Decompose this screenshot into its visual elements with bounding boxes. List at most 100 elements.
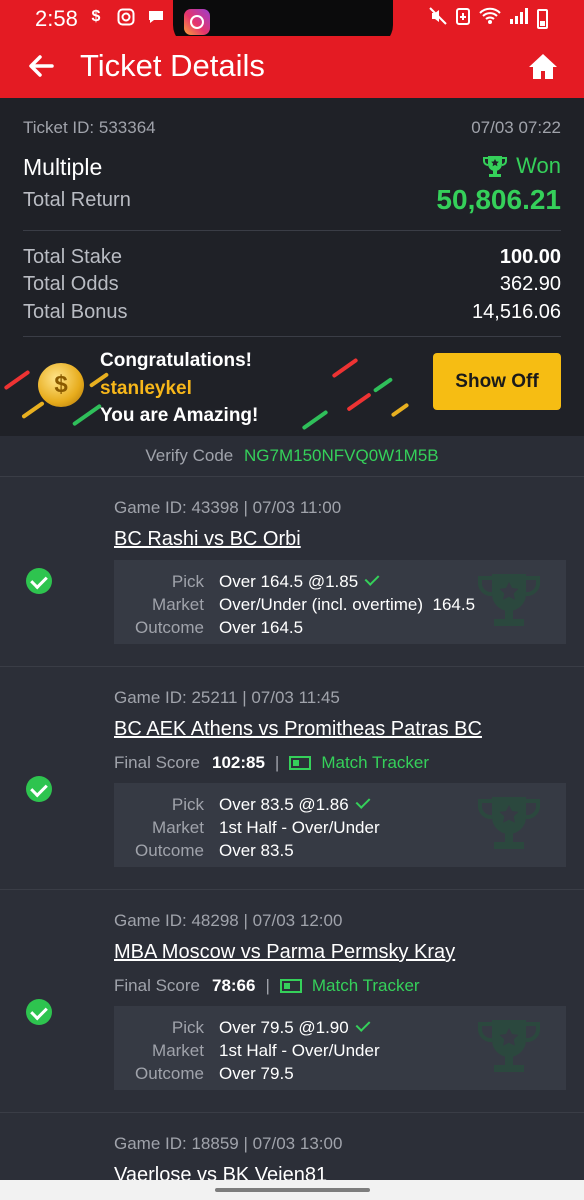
pick-box: Pick Market Outcome Over 164.5 @1.85 Ove… bbox=[114, 560, 566, 644]
total-return-label: Total Return bbox=[23, 189, 131, 211]
check-icon bbox=[364, 571, 380, 586]
game-card: Game ID: 48298 | 07/03 12:00 MBA Moscow … bbox=[0, 889, 584, 1112]
page-title: Ticket Details bbox=[80, 48, 265, 83]
status-bar: 2:58 $ bbox=[0, 0, 584, 47]
trophy-watermark-icon bbox=[478, 797, 540, 849]
match-tracker-icon bbox=[289, 756, 312, 770]
outcome-value: Over 83.5 bbox=[219, 841, 294, 860]
match-tracker-link[interactable]: Match Tracker bbox=[312, 976, 420, 996]
market-label: Market bbox=[152, 1041, 204, 1060]
market-value: 1st Half - Over/Under bbox=[219, 1041, 380, 1060]
status-system-icons bbox=[429, 7, 548, 30]
total-stake-label: Total Stake bbox=[23, 246, 122, 268]
divider bbox=[23, 336, 561, 337]
match-tracker-link[interactable]: Match Tracker bbox=[321, 753, 429, 773]
status-badge: Won bbox=[482, 153, 561, 179]
outcome-value: Over 79.5 bbox=[219, 1064, 294, 1083]
system-nav-bar bbox=[0, 1180, 584, 1200]
confetti-streak bbox=[346, 392, 372, 412]
game-card: Game ID: 25211 | 07/03 11:45 BC AEK Athe… bbox=[0, 666, 584, 889]
pick-label: Pick bbox=[171, 1018, 204, 1037]
status-time: 2:58 bbox=[35, 6, 78, 31]
check-icon bbox=[355, 1017, 371, 1032]
pick-label: Pick bbox=[171, 572, 204, 591]
show-off-button[interactable]: Show Off bbox=[433, 353, 561, 410]
final-score-row: Final Score 78:66 | Match Tracker bbox=[114, 976, 420, 996]
status-text: Won bbox=[516, 153, 561, 178]
outcome-label: Outcome bbox=[135, 1064, 204, 1083]
ticket-id: Ticket ID: 533364 bbox=[23, 118, 156, 137]
total-bonus-value: 14,516.06 bbox=[472, 301, 561, 323]
outcome-label: Outcome bbox=[135, 618, 204, 637]
market-value: Over/Under (incl. overtime) 164.5 bbox=[219, 595, 476, 614]
ticket-date: 07/03 07:22 bbox=[471, 118, 561, 137]
pick-labels: Pick Market Outcome bbox=[135, 793, 204, 862]
total-return-value: 50,806.21 bbox=[436, 184, 561, 215]
total-stake-value: 100.00 bbox=[499, 246, 561, 268]
app-header: Ticket Details bbox=[0, 36, 584, 98]
signal-icon bbox=[509, 7, 529, 30]
home-button[interactable] bbox=[526, 50, 560, 84]
confetti-streak bbox=[390, 402, 410, 418]
back-button[interactable] bbox=[24, 49, 58, 83]
pick-box: Pick Market Outcome Over 79.5 @1.90 1st … bbox=[114, 1006, 566, 1090]
trophy-watermark-icon bbox=[478, 574, 540, 626]
final-score-value: 78:66 bbox=[211, 976, 256, 995]
game-card: Game ID: 43398 | 07/03 11:00 BC Rashi vs… bbox=[0, 476, 584, 666]
confetti-streak bbox=[71, 403, 103, 427]
pick-value: Over 79.5 @1.90 bbox=[219, 1018, 349, 1037]
battery-icon bbox=[537, 8, 548, 29]
trophy-watermark-icon bbox=[478, 1020, 540, 1072]
arrow-left-icon bbox=[29, 55, 54, 77]
congrats-username: stanleykel bbox=[100, 378, 192, 399]
confetti-streak bbox=[21, 400, 45, 420]
congrats-title: Congratulations! bbox=[100, 350, 252, 371]
separator: | bbox=[265, 976, 270, 995]
verify-code-row: Verify Code NG7M150NFVQ0W1M5B bbox=[0, 436, 584, 476]
bet-type: Multiple bbox=[23, 154, 103, 180]
outcome-label: Outcome bbox=[135, 841, 204, 860]
final-score-label: Final Score bbox=[114, 976, 200, 995]
ticket-summary: Ticket ID: 533364 07/03 07:22 Multiple W… bbox=[0, 98, 584, 436]
divider bbox=[23, 230, 561, 231]
mute-icon bbox=[429, 7, 447, 30]
wifi-icon bbox=[479, 7, 501, 30]
outcome-value: Over 164.5 bbox=[219, 618, 304, 637]
match-title[interactable]: Vaerlose vs BK Vejen81 bbox=[114, 1164, 327, 1180]
check-circle-icon bbox=[26, 568, 52, 594]
pick-label: Pick bbox=[171, 795, 204, 814]
pick-labels: Pick Market Outcome bbox=[135, 1016, 204, 1085]
total-odds-label: Total Odds bbox=[23, 273, 119, 295]
market-label: Market bbox=[152, 595, 204, 614]
pick-labels: Pick Market Outcome bbox=[135, 570, 204, 639]
pick-value: Over 164.5 @1.85 bbox=[219, 572, 359, 591]
match-title[interactable]: BC AEK Athens vs Promitheas Patras BC bbox=[114, 718, 482, 741]
match-tracker-icon bbox=[279, 979, 302, 993]
message-icon bbox=[146, 7, 166, 27]
trophy-icon bbox=[483, 156, 508, 177]
check-icon bbox=[355, 794, 371, 809]
congrats-message: You are Amazing! bbox=[100, 405, 259, 426]
game-card: Game ID: 18859 | 07/03 13:00 Vaerlose vs… bbox=[0, 1112, 584, 1180]
match-title[interactable]: BC Rashi vs BC Orbi bbox=[114, 528, 301, 551]
confetti-streak bbox=[331, 357, 359, 379]
congrats-banner: $ Congratulations! stanleykel You are Am… bbox=[0, 338, 584, 436]
battery-saver-icon bbox=[455, 7, 471, 30]
check-circle-icon bbox=[26, 776, 52, 802]
game-id: Game ID: 25211 | 07/03 11:45 bbox=[114, 688, 340, 707]
confetti-streak bbox=[372, 377, 394, 393]
match-title[interactable]: MBA Moscow vs Parma Permsky Kray bbox=[114, 941, 455, 964]
pick-value: Over 83.5 @1.86 bbox=[219, 795, 349, 814]
pick-box: Pick Market Outcome Over 83.5 @1.86 1st … bbox=[114, 783, 566, 867]
home-gesture-handle[interactable] bbox=[215, 1188, 370, 1192]
instagram-small-icon bbox=[116, 7, 136, 27]
confetti-streak bbox=[3, 369, 31, 391]
total-bonus-label: Total Bonus bbox=[23, 301, 128, 323]
pick-values: Over 164.5 @1.85 Over/Under (incl. overt… bbox=[219, 570, 475, 639]
verify-code-value[interactable]: NG7M150NFVQ0W1M5B bbox=[244, 446, 439, 465]
total-odds-value: 362.90 bbox=[499, 273, 561, 295]
confetti-streak bbox=[301, 409, 329, 431]
game-id: Game ID: 48298 | 07/03 12:00 bbox=[114, 911, 343, 930]
market-value: 1st Half - Over/Under bbox=[219, 818, 380, 837]
final-score-value: 102:85 bbox=[211, 753, 265, 772]
